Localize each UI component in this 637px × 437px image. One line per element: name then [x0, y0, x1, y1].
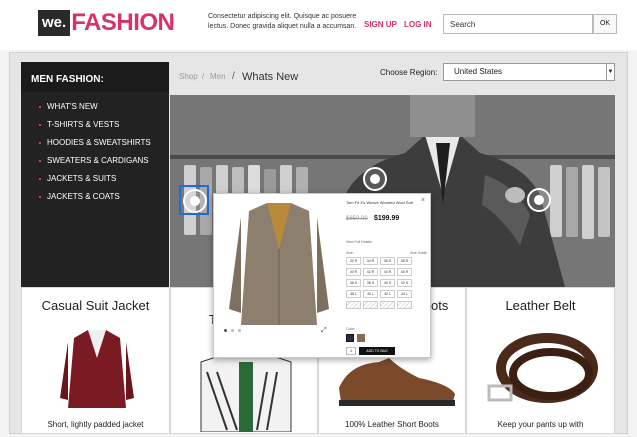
- product-caption: Short, lightly padded jacket: [47, 420, 144, 429]
- sidebar-item-jackets-coats[interactable]: JACKETS & COATS: [39, 192, 151, 210]
- color-swatch-brown[interactable]: [357, 334, 365, 342]
- size-option[interactable]: 42 L: [380, 290, 395, 298]
- sidebar-item-sweaters[interactable]: SWEATERS & CARDIGANS: [39, 156, 151, 174]
- bullet-icon: [39, 196, 41, 198]
- header-tagline: Consectetur adipiscing elit. Quisque ac …: [208, 13, 357, 30]
- breadcrumb-shop[interactable]: Shop: [179, 72, 198, 81]
- hotspot-button-2[interactable]: [363, 167, 387, 191]
- close-icon[interactable]: ×: [421, 197, 425, 204]
- popup-product-title: Tom Fit 3's Weave Worsted Wool Suit: [346, 200, 413, 205]
- size-label: Size:: [346, 251, 354, 255]
- logo-fashion: FASHION: [71, 9, 175, 36]
- popup-price-original: $850.00: [346, 216, 368, 222]
- product-image-jacket: [60, 330, 134, 408]
- sidebar-item-label: WHAT'S NEW: [47, 102, 98, 111]
- breadcrumb-men[interactable]: Men: [210, 72, 226, 81]
- site-header: we. FASHION Consectetur adipiscing elit.…: [0, 0, 637, 50]
- product-caption: Keep your pants up with: [497, 420, 584, 429]
- quick-view-popup: × ⤢ Tom Fit 3's Weave Worsted Wool Suit …: [213, 193, 431, 358]
- hotspot-button-3[interactable]: [527, 188, 551, 212]
- size-option[interactable]: 44 L: [397, 290, 412, 298]
- sidebar-item-label: T-SHIRTS & VESTS: [47, 120, 120, 129]
- size-option[interactable]: 40 R: [346, 268, 361, 276]
- size-option[interactable]: 38 L: [346, 290, 361, 298]
- bullet-icon: [39, 106, 41, 108]
- sidebar-item-hoodies[interactable]: HOODIES & SWEATSHIRTS: [39, 138, 151, 156]
- size-option-unavailable: [397, 301, 412, 309]
- product-card-suit-jacket[interactable]: Casual Suit Jacket Short, lightly padded…: [21, 287, 170, 434]
- size-option-unavailable: [380, 301, 395, 309]
- size-option-unavailable: [363, 301, 378, 309]
- breadcrumb-separator: /: [232, 71, 235, 82]
- size-option[interactable]: 36 R: [380, 257, 395, 265]
- product-image-belt: [487, 333, 598, 403]
- hotspot-focus-frame: [179, 185, 209, 215]
- popup-price-sale: $199.99: [374, 215, 400, 222]
- category-sidebar: MEN FASHION: WHAT'S NEW T-SHIRTS & VESTS…: [21, 62, 169, 287]
- sidebar-menu: WHAT'S NEW T-SHIRTS & VESTS HOODIES & SW…: [39, 102, 151, 210]
- size-option[interactable]: 40 S: [380, 279, 395, 287]
- sidebar-item-whats-new[interactable]: WHAT'S NEW: [39, 102, 151, 120]
- size-option[interactable]: 34 R: [363, 257, 378, 265]
- sidebar-item-label: HOODIES & SWEATSHIRTS: [47, 138, 151, 147]
- expand-icon[interactable]: ⤢: [321, 327, 327, 335]
- page-title: Whats New: [242, 71, 299, 83]
- size-option[interactable]: 38 R: [397, 257, 412, 265]
- log-in-link[interactable]: LOG IN: [404, 20, 432, 29]
- size-selector: 32 R 34 R 36 R 38 R 40 R 42 R 44 R 46 R …: [346, 257, 412, 309]
- size-option[interactable]: 44 R: [380, 268, 395, 276]
- sidebar-item-label: JACKETS & COATS: [47, 192, 120, 201]
- size-option[interactable]: 40 L: [363, 290, 378, 298]
- bullet-icon: [39, 124, 41, 126]
- search-button[interactable]: OK: [593, 14, 617, 34]
- region-label: Choose Region:: [380, 68, 438, 77]
- size-option-unavailable: [346, 301, 361, 309]
- sidebar-item-label: SWEATERS & CARDIGANS: [47, 156, 149, 165]
- product-title: Leather Belt: [505, 298, 576, 313]
- quantity-field[interactable]: 1: [346, 347, 356, 355]
- chevron-down-icon: ▼: [606, 64, 614, 80]
- search-input[interactable]: Search: [443, 14, 593, 34]
- product-title: Casual Suit Jacket: [41, 298, 150, 313]
- size-option[interactable]: 32 R: [346, 257, 361, 265]
- bullet-icon: [39, 178, 41, 180]
- bullet-icon: [39, 160, 41, 162]
- region-selected-value: United States: [454, 67, 503, 76]
- view-details-link[interactable]: View Full Details: [346, 240, 372, 244]
- size-option[interactable]: 46 R: [397, 268, 412, 276]
- product-card-belt[interactable]: Leather Belt Keep your pants up with: [466, 287, 615, 434]
- size-option[interactable]: 42 R: [363, 268, 378, 276]
- size-option[interactable]: 36 S: [346, 279, 361, 287]
- image-carousel-dots[interactable]: [224, 329, 241, 332]
- color-label: Color:: [346, 327, 356, 331]
- region-select[interactable]: United States ▼: [443, 63, 615, 81]
- product-caption: 100% Leather Short Boots: [345, 420, 439, 429]
- size-option[interactable]: 38 S: [363, 279, 378, 287]
- add-to-bag-button[interactable]: ADD TO BAG: [359, 347, 395, 355]
- bullet-icon: [39, 142, 41, 144]
- logo-we: we.: [38, 10, 71, 36]
- sign-up-link[interactable]: SIGN UP: [364, 20, 397, 29]
- size-option[interactable]: 42 S: [397, 279, 412, 287]
- sidebar-item-jackets-suits[interactable]: JACKETS & SUITS: [39, 174, 151, 192]
- popup-product-image: [229, 203, 329, 325]
- sidebar-item-label: JACKETS & SUITS: [47, 174, 117, 183]
- breadcrumb-separator: /: [202, 72, 205, 81]
- site-logo[interactable]: we. FASHION: [38, 9, 175, 37]
- color-swatch-navy[interactable]: [346, 334, 354, 342]
- sidebar-title: MEN FASHION:: [31, 74, 104, 85]
- sidebar-item-t-shirts[interactable]: T-SHIRTS & VESTS: [39, 120, 151, 138]
- size-guide-link[interactable]: Size Guide: [410, 251, 427, 255]
